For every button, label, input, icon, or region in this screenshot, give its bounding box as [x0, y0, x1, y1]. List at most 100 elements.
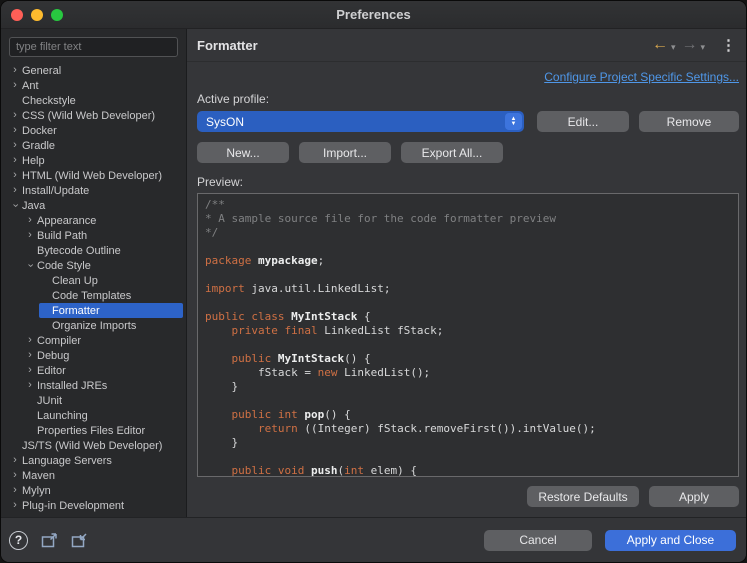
sidebar-item-code-style[interactable]: › Code Style: [24, 258, 186, 273]
sidebar-item-formatter[interactable]: Formatter: [39, 303, 183, 318]
sidebar-item-bytecode-outline[interactable]: Bytecode Outline: [24, 243, 186, 258]
chevron-expanded-icon[interactable]: ›: [25, 260, 37, 272]
code-line: package mypackage;: [205, 254, 325, 267]
sidebar-item-checkstyle[interactable]: Checkstyle: [9, 93, 186, 108]
chevron-collapsed-icon[interactable]: ›: [24, 230, 36, 241]
restore-defaults-button[interactable]: Restore Defaults: [527, 486, 639, 507]
sidebar-item-maven[interactable]: › Maven: [9, 468, 186, 483]
chevron-collapsed-icon[interactable]: ›: [9, 125, 21, 136]
forward-dropdown-icon[interactable]: ▾: [700, 42, 705, 53]
preview-label: Preview:: [197, 175, 244, 189]
chevron-collapsed-icon[interactable]: ›: [24, 215, 36, 226]
chevron-collapsed-icon[interactable]: ›: [9, 170, 21, 181]
chevron-collapsed-icon[interactable]: ›: [9, 65, 21, 76]
sidebar-item-html-wild-web-developer[interactable]: › HTML (Wild Web Developer): [9, 168, 186, 183]
sidebar-item-label: Debug: [37, 349, 70, 362]
sidebar-item-launching[interactable]: Launching: [24, 408, 186, 423]
apply-and-close-button[interactable]: Apply and Close: [605, 529, 736, 551]
sidebar-item-build-path[interactable]: › Build Path: [24, 228, 186, 243]
minimize-window-button[interactable]: [31, 9, 43, 21]
filter-input[interactable]: [9, 37, 178, 57]
import-preferences-icon[interactable]: [41, 532, 58, 548]
sidebar-item-compiler[interactable]: › Compiler: [24, 333, 186, 348]
profile-row: SysON ▲ ▼ Edit... Remove: [197, 111, 739, 132]
close-window-button[interactable]: [11, 9, 23, 21]
formatter-panel: Configure Project Specific Settings... A…: [187, 62, 746, 517]
chevron-collapsed-icon[interactable]: ›: [9, 470, 21, 481]
sidebar-item-properties-files-editor[interactable]: Properties Files Editor: [24, 423, 186, 438]
new-button[interactable]: New...: [197, 142, 289, 163]
zoom-window-button[interactable]: [51, 9, 63, 21]
code-preview[interactable]: /** * A sample source file for the code f…: [197, 193, 739, 477]
sidebar-item-mylyn[interactable]: › Mylyn: [9, 483, 186, 498]
traffic-lights: [11, 9, 63, 21]
chevron-collapsed-icon[interactable]: ›: [9, 140, 21, 151]
export-all-button[interactable]: Export All...: [401, 142, 503, 163]
chevron-collapsed-icon[interactable]: ›: [9, 485, 21, 496]
chevron-collapsed-icon[interactable]: ›: [24, 335, 36, 346]
chevron-collapsed-icon[interactable]: ›: [24, 380, 36, 391]
sidebar-item-clean-up[interactable]: Clean Up: [39, 273, 186, 288]
cancel-button[interactable]: Cancel: [484, 529, 592, 551]
back-icon[interactable]: ←: [652, 37, 668, 53]
sidebar-item-gradle[interactable]: › Gradle: [9, 138, 186, 153]
chevron-collapsed-icon[interactable]: ›: [24, 350, 36, 361]
sidebar-item-junit[interactable]: JUnit: [24, 393, 186, 408]
sidebar-item-docker[interactable]: › Docker: [9, 123, 186, 138]
sidebar-item-label: Language Servers: [22, 454, 112, 467]
chevron-collapsed-icon[interactable]: ›: [9, 110, 21, 121]
sidebar-item-label: Formatter: [52, 304, 100, 317]
code-line: public MyIntStack() {: [231, 352, 371, 365]
sidebar-item-code-templates[interactable]: Code Templates: [39, 288, 186, 303]
code-line: import java.util.LinkedList;: [205, 282, 391, 295]
view-menu-icon[interactable]: ⋮: [721, 36, 736, 54]
import-button[interactable]: Import...: [299, 142, 391, 163]
apply-button[interactable]: Apply: [649, 486, 739, 507]
sidebar-item-appearance[interactable]: › Appearance: [24, 213, 186, 228]
sidebar-item-install-update[interactable]: › Install/Update: [9, 183, 186, 198]
sidebar-item-label: JUnit: [37, 394, 63, 407]
sidebar-item-label: Build Path: [37, 229, 88, 242]
sidebar-item-debug[interactable]: › Debug: [24, 348, 186, 363]
chevron-collapsed-icon[interactable]: ›: [24, 365, 36, 376]
sidebar-item-language-servers[interactable]: › Language Servers: [9, 453, 186, 468]
sidebar-item-label: Mylyn: [22, 484, 51, 497]
sidebar-item-label: Launching: [37, 409, 88, 422]
chevron-collapsed-icon[interactable]: ›: [9, 500, 21, 511]
sidebar-item-general[interactable]: › General: [9, 63, 186, 78]
chevron-collapsed-icon[interactable]: ›: [9, 185, 21, 196]
content-pane: Formatter ← ▾ → ▾ ⋮ Configure Project Sp…: [187, 29, 746, 517]
chevron-collapsed-icon[interactable]: ›: [9, 155, 21, 166]
forward-icon[interactable]: →: [681, 37, 697, 53]
sidebar-item-editor[interactable]: › Editor: [24, 363, 186, 378]
sidebar-item-label: Clean Up: [52, 274, 98, 287]
code-line: private final LinkedList fStack;: [231, 324, 444, 337]
sidebar-item-js-ts-wild-web-developer[interactable]: JS/TS (Wild Web Developer): [9, 438, 186, 453]
chevron-collapsed-icon[interactable]: ›: [9, 80, 21, 91]
sidebar-item-organize-imports[interactable]: Organize Imports: [39, 318, 186, 333]
remove-button[interactable]: Remove: [639, 111, 739, 132]
active-profile-select[interactable]: SysON ▲ ▼: [197, 111, 524, 132]
sidebar-item-label: Organize Imports: [52, 319, 137, 332]
dialog-footer: ? Cancel Apply and Close: [1, 517, 746, 562]
sidebar-item-plug-in-development[interactable]: › Plug-in Development: [9, 498, 186, 513]
sidebar-item-css-wild-web-developer[interactable]: › CSS (Wild Web Developer): [9, 108, 186, 123]
sidebar-item-java[interactable]: › Java: [9, 198, 186, 213]
sidebar-item-help[interactable]: › Help: [9, 153, 186, 168]
combo-stepper-icon[interactable]: ▲ ▼: [505, 113, 522, 130]
chevron-expanded-icon[interactable]: ›: [10, 200, 22, 212]
configure-project-settings-link[interactable]: Configure Project Specific Settings...: [544, 70, 739, 84]
edit-button[interactable]: Edit...: [537, 111, 629, 132]
help-icon[interactable]: ?: [9, 530, 28, 550]
sidebar-item-label: Compiler: [37, 334, 82, 347]
chevron-collapsed-icon[interactable]: ›: [9, 455, 21, 466]
export-preferences-icon[interactable]: [71, 532, 88, 548]
code-line: return ((Integer) fStack.removeFirst()).…: [257, 422, 596, 435]
back-dropdown-icon[interactable]: ▾: [671, 42, 676, 53]
sidebar-item-installed-jres[interactable]: › Installed JREs: [24, 378, 186, 393]
sidebar-item-label: Bytecode Outline: [37, 244, 121, 257]
code-line: fStack = new LinkedList();: [205, 366, 431, 379]
sidebar-item-ant[interactable]: › Ant: [9, 78, 186, 93]
